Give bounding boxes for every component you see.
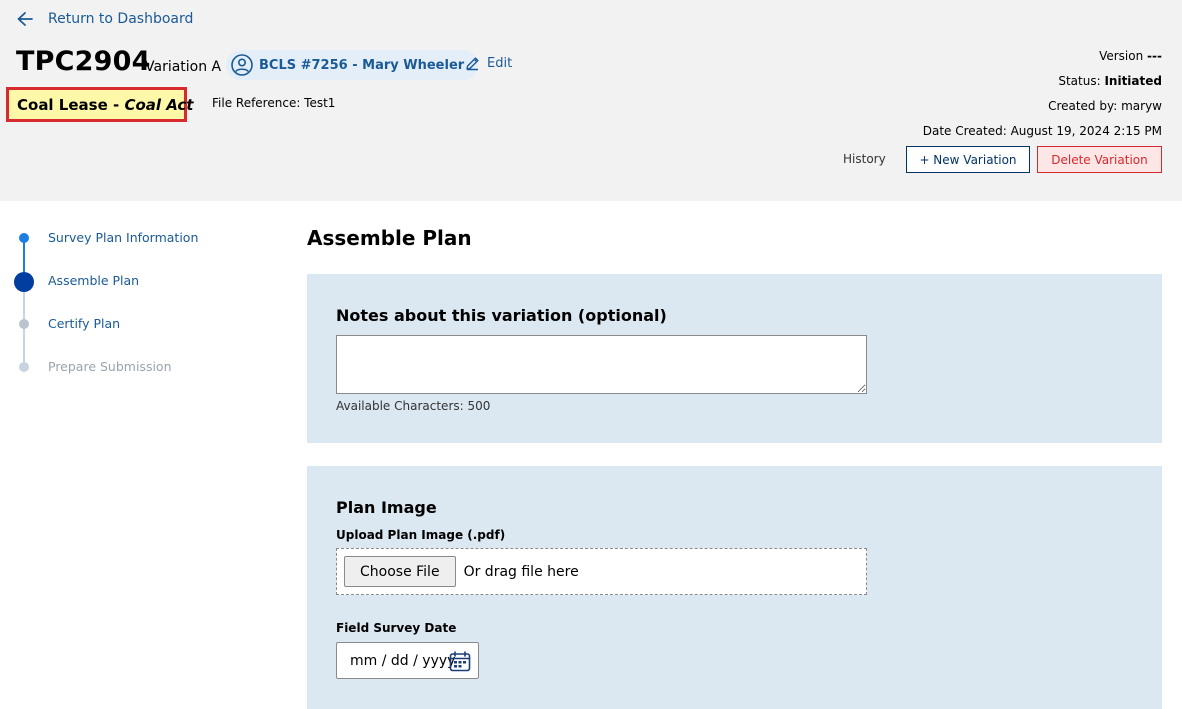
- delete-variation-button[interactable]: Delete Variation: [1037, 146, 1162, 173]
- step-certify-plan[interactable]: Certify Plan: [48, 316, 120, 331]
- drag-file-text: Or drag file here: [463, 563, 579, 580]
- field-survey-date-label: Field Survey Date: [336, 621, 457, 635]
- step-completed-dot: [19, 233, 29, 243]
- plan-meta: Version --- Status: Initiated Created by…: [923, 46, 1162, 146]
- step-assemble-plan[interactable]: Assemble Plan: [48, 273, 139, 288]
- available-characters: Available Characters: 500: [336, 399, 491, 413]
- arrow-left-icon: [17, 12, 33, 26]
- step-disabled-dot: [19, 362, 29, 372]
- plan-image-heading: Plan Image: [336, 498, 437, 517]
- created-by-value: maryw: [1121, 99, 1162, 113]
- plan-header: Return to Dashboard TPC2904 Variation A …: [0, 0, 1182, 201]
- file-reference: File Reference: Test1: [212, 96, 336, 110]
- field-survey-date-input[interactable]: mm / dd / yyyy: [336, 642, 479, 679]
- file-drop-zone[interactable]: Choose File Or drag file here: [336, 548, 867, 595]
- plan-type-label: Coal Lease -: [17, 95, 125, 114]
- date-created-label: Date Created:: [922, 124, 1007, 138]
- return-to-dashboard-link[interactable]: Return to Dashboard: [16, 11, 193, 27]
- plan-act-label: Coal Act: [124, 95, 194, 114]
- version-value: ---: [1147, 49, 1162, 63]
- plan-id: TPC2904: [16, 46, 151, 77]
- variation-label: Variation A: [145, 59, 222, 75]
- edit-button[interactable]: Edit: [465, 56, 512, 71]
- page-title: Assemble Plan: [307, 226, 472, 250]
- notes-textarea[interactable]: [336, 335, 867, 394]
- history-link[interactable]: History: [843, 152, 886, 166]
- notes-panel: Notes about this variation (optional) Av…: [307, 274, 1162, 443]
- return-to-dashboard-label: Return to Dashboard: [48, 11, 194, 27]
- choose-file-button[interactable]: Choose File: [344, 556, 456, 587]
- status-value: Initiated: [1104, 74, 1162, 88]
- step-prepare-submission: Prepare Submission: [48, 359, 172, 374]
- user-circle-icon: [231, 54, 253, 76]
- progress-stepper: Survey Plan Information Assemble Plan Ce…: [0, 201, 300, 709]
- date-placeholder: mm / dd / yyyy: [350, 652, 456, 669]
- step-current-dot: [14, 272, 34, 292]
- edit-label: Edit: [487, 56, 513, 71]
- step-upcoming-dot: [19, 319, 29, 329]
- upload-plan-image-label: Upload Plan Image (.pdf): [336, 528, 506, 542]
- status-label: Status:: [1058, 74, 1101, 88]
- plan-image-panel: Plan Image Upload Plan Image (.pdf) Choo…: [307, 466, 1162, 709]
- step-survey-plan-information[interactable]: Survey Plan Information: [48, 230, 198, 245]
- version-row: Version ---: [923, 46, 1162, 71]
- status-row: Status: Initiated: [923, 71, 1162, 96]
- user-chip-label: BCLS #7256 - Mary Wheeler: [259, 57, 465, 73]
- created-by-label: Created by:: [1048, 99, 1118, 113]
- new-variation-button[interactable]: + New Variation: [906, 146, 1030, 173]
- calendar-icon[interactable]: [449, 651, 471, 672]
- date-created-value: August 19, 2024 2:15 PM: [1010, 124, 1162, 138]
- version-label: Version: [1099, 49, 1144, 63]
- notes-heading: Notes about this variation (optional): [336, 306, 667, 325]
- plan-type-badge: Coal Lease - Coal Act: [6, 87, 193, 122]
- user-chip[interactable]: BCLS #7256 - Mary Wheeler: [226, 50, 479, 80]
- pencil-icon: [466, 57, 479, 71]
- created-by-row: Created by: maryw: [923, 96, 1162, 121]
- date-created-row: Date Created: August 19, 2024 2:15 PM: [923, 121, 1162, 146]
